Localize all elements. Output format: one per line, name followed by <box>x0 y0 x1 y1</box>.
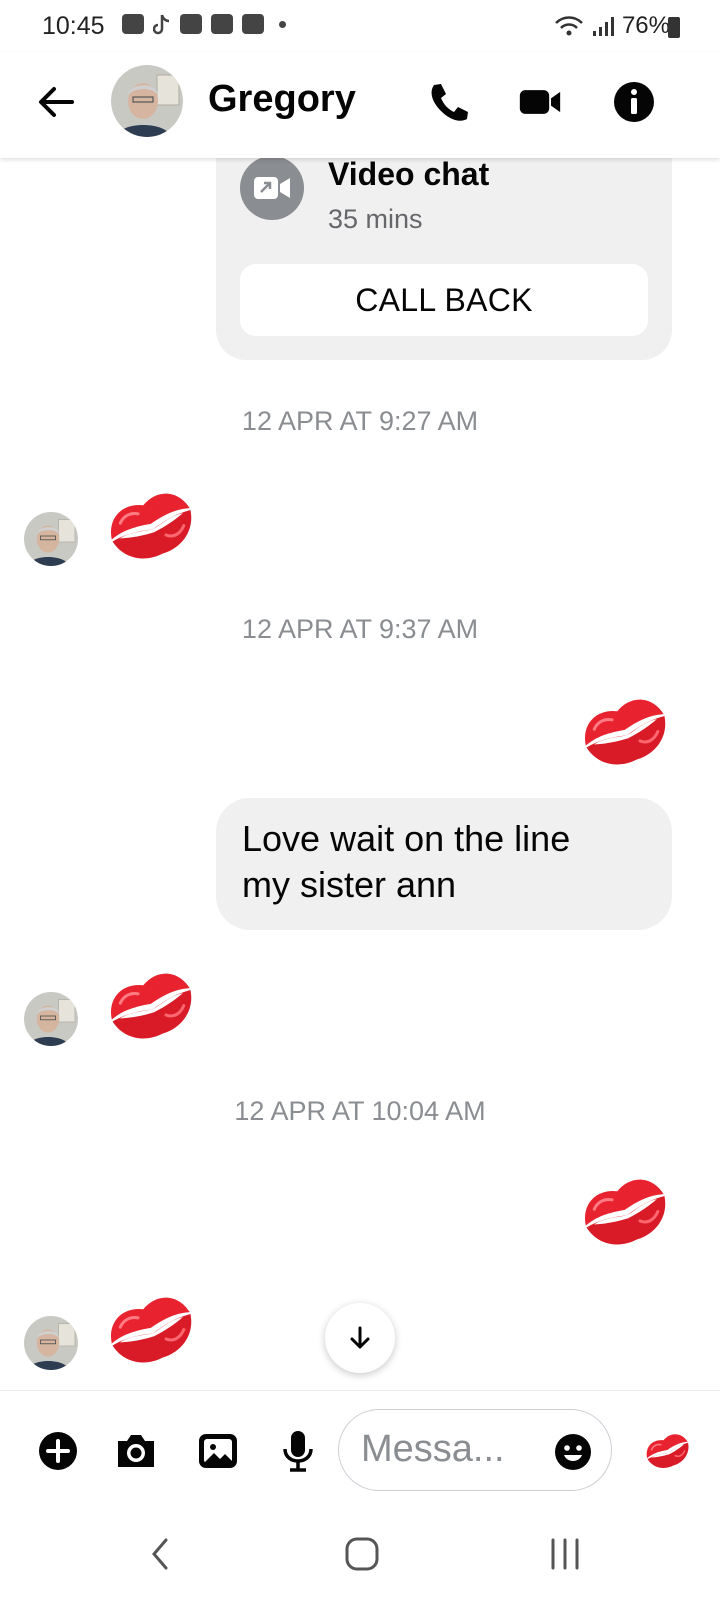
status-bar: 10:45 76% <box>0 0 720 52</box>
message-bubble[interactable]: Love wait on the line my sister ann <box>216 798 672 930</box>
sender-avatar[interactable] <box>24 1316 78 1370</box>
tiktok-icon <box>152 14 171 35</box>
message-text-line: Love wait on the line <box>242 818 571 859</box>
status-right: 76% <box>554 12 670 40</box>
status-time: 10:45 <box>42 12 105 40</box>
nav-home-icon[interactable] <box>344 1534 380 1574</box>
wifi-icon <box>555 16 583 36</box>
call-back-button[interactable]: CALL BACK <box>240 264 648 336</box>
nav-back-icon[interactable] <box>148 1534 172 1574</box>
contact-name[interactable]: Gregory <box>208 78 356 121</box>
kiss-mark-emoji[interactable] <box>102 1284 198 1368</box>
back-arrow-icon[interactable] <box>36 82 76 122</box>
camera-icon[interactable] <box>114 1429 158 1473</box>
kiss-mark-emoji[interactable] <box>576 1166 672 1250</box>
info-icon[interactable] <box>612 80 656 124</box>
gallery-icon[interactable] <box>196 1429 240 1473</box>
folder-icon <box>180 14 202 34</box>
contact-avatar[interactable] <box>111 65 183 137</box>
message-text-line: my sister ann <box>242 864 457 905</box>
emoji-icon[interactable] <box>553 1432 593 1472</box>
shop-icon <box>122 14 144 34</box>
kiss-mark-emoji[interactable] <box>102 960 198 1044</box>
video-chat-card: Video chat 35 mins CALL BACK <box>216 130 672 360</box>
youtube-icon <box>211 14 233 34</box>
chat-header: Gregory <box>0 52 720 158</box>
sender-avatar[interactable] <box>24 992 78 1046</box>
battery-percent: 76% <box>621 12 670 39</box>
nav-recents-icon[interactable] <box>548 1534 582 1574</box>
message-composer: Messa... <box>0 1390 720 1510</box>
call-duration: 35 mins <box>328 204 423 234</box>
microphone-icon[interactable] <box>276 1429 320 1473</box>
timestamp: 12 APR AT 9:27 AM <box>241 406 479 436</box>
youtube-icon <box>242 14 264 34</box>
kiss-mark-emoji[interactable] <box>102 480 198 564</box>
system-nav-bar <box>0 1510 720 1600</box>
timestamp: 12 APR AT 9:37 AM <box>241 614 479 644</box>
timestamp: 12 APR AT 10:04 AM <box>234 1096 486 1126</box>
plus-icon[interactable] <box>36 1429 80 1473</box>
kiss-quick-reaction-icon[interactable] <box>642 1427 692 1471</box>
video-call-missed-icon <box>240 156 304 220</box>
arrow-down-icon <box>350 1326 370 1349</box>
sender-avatar[interactable] <box>24 512 78 566</box>
notification-icons <box>122 14 286 35</box>
call-title: Video chat <box>328 156 490 192</box>
battery-icon <box>668 17 680 38</box>
message-input[interactable]: Messa... <box>338 1409 612 1491</box>
more-notifications-dot <box>279 20 286 28</box>
message-placeholder: Messa... <box>361 1428 505 1470</box>
video-call-icon[interactable] <box>518 80 562 124</box>
scroll-to-bottom-button[interactable] <box>325 1303 395 1373</box>
signal-icon <box>592 17 614 36</box>
kiss-mark-emoji[interactable] <box>576 686 672 770</box>
phone-call-icon[interactable] <box>426 80 470 124</box>
